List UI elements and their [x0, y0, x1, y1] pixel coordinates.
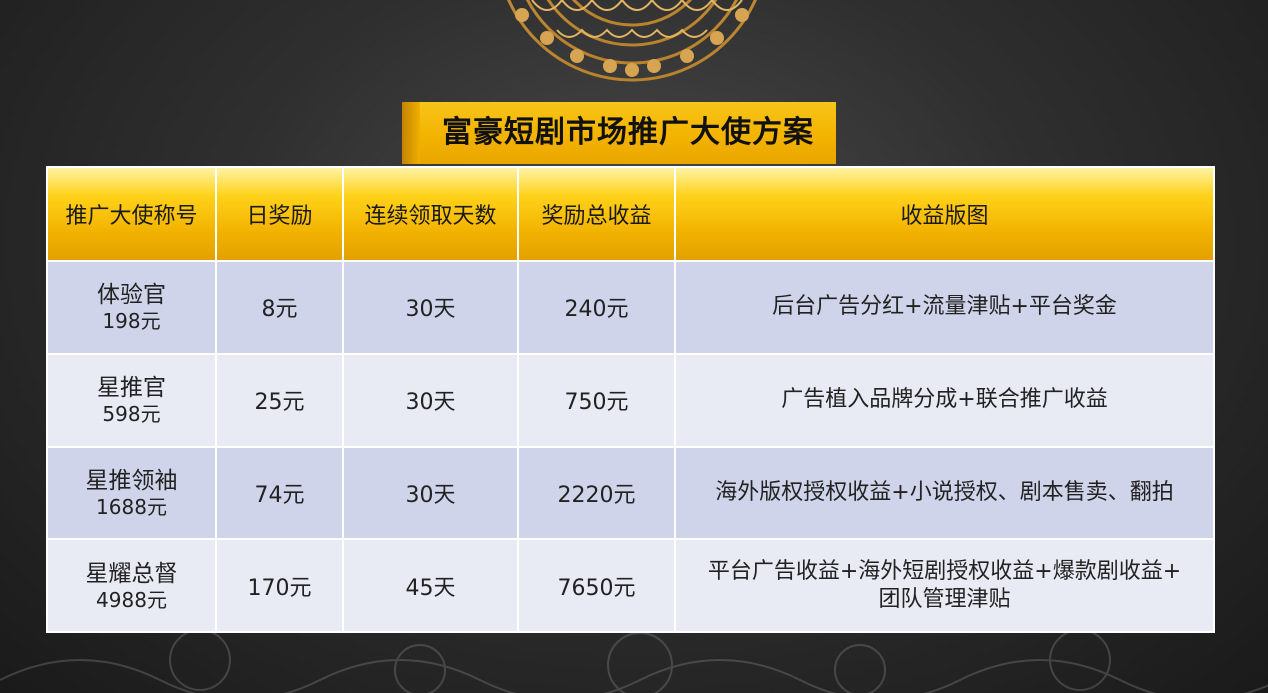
ambassador-price: 598元 [102, 402, 161, 427]
ambassador-title: 星推领袖 [85, 467, 178, 494]
ambassador-title: 星推官 [97, 375, 166, 402]
header-consecutive-days: 连续领取天数 [342, 166, 519, 262]
days-cell: 45天 [342, 538, 519, 633]
title-banner: 富豪短剧市场推广大使方案 [402, 102, 836, 164]
benefits-cell: 广告植入品牌分成+联合推广收益 [674, 352, 1215, 448]
benefits-cell: 后台广告分红+流量津贴+平台奖金 [674, 260, 1215, 355]
days-cell: 30天 [342, 445, 519, 541]
benefits-cell: 海外版权授权收益+小说授权、剧本售卖、翻拍 [674, 445, 1215, 541]
table-row: 星推官 598元 25元 30天 750元 广告植入品牌分成+联合推广收益 [46, 352, 1215, 448]
ambassador-cell: 星耀总督 4988元 [46, 538, 217, 633]
header-total-earnings: 奖励总收益 [517, 166, 676, 262]
benefits-text: 广告植入品牌分成+联合推广收益 [781, 387, 1108, 413]
table-header-row: 推广大使称号 日奖励 连续领取天数 奖励总收益 收益版图 [46, 166, 1215, 262]
total-cell: 2220元 [517, 445, 676, 541]
ambassador-title: 星耀总督 [85, 560, 178, 587]
table-row: 星推领袖 1688元 74元 30天 2220元 海外版权授权收益+小说授权、剧… [46, 445, 1215, 541]
daily-reward-cell: 8元 [215, 260, 344, 355]
ambassador-price: 1688元 [96, 494, 167, 519]
header-ambassador-title: 推广大使称号 [46, 166, 217, 262]
total-cell: 7650元 [517, 538, 676, 633]
days-cell: 30天 [342, 352, 519, 448]
days-cell: 30天 [342, 260, 519, 355]
header-daily-reward: 日奖励 [215, 166, 344, 262]
benefits-text-line2: 团队管理津贴 [878, 586, 1011, 612]
daily-reward-cell: 74元 [215, 445, 344, 541]
daily-reward-cell: 25元 [215, 352, 344, 448]
benefits-cell: 平台广告收益+海外短剧授权收益+爆款剧收益+ 团队管理津贴 [674, 538, 1215, 633]
page-title: 富豪短剧市场推广大使方案 [442, 115, 814, 150]
ambassador-cell: 体验官 198元 [46, 260, 217, 355]
ambassador-cell: 星推官 598元 [46, 352, 217, 448]
ambassador-title: 体验官 [97, 282, 166, 309]
ambassador-plan-table: 推广大使称号 日奖励 连续领取天数 奖励总收益 收益版图 体验官 198元 8元… [46, 166, 1215, 633]
ambassador-price: 4988元 [96, 587, 167, 612]
total-cell: 750元 [517, 352, 676, 448]
total-cell: 240元 [517, 260, 676, 355]
benefits-text: 后台广告分红+流量津贴+平台奖金 [772, 294, 1117, 320]
gold-lace-ornament-icon [507, 0, 757, 82]
table-row: 体验官 198元 8元 30天 240元 后台广告分红+流量津贴+平台奖金 [46, 260, 1215, 355]
table-row: 星耀总督 4988元 170元 45天 7650元 平台广告收益+海外短剧授权收… [46, 538, 1215, 633]
ambassador-cell: 星推领袖 1688元 [46, 445, 217, 541]
daily-reward-cell: 170元 [215, 538, 344, 633]
benefits-text: 平台广告收益+海外短剧授权收益+爆款剧收益+ [707, 558, 1182, 584]
header-earnings-map: 收益版图 [674, 166, 1215, 262]
benefits-text: 海外版权授权收益+小说授权、剧本售卖、翻拍 [715, 479, 1174, 505]
ambassador-price: 198元 [102, 309, 161, 334]
